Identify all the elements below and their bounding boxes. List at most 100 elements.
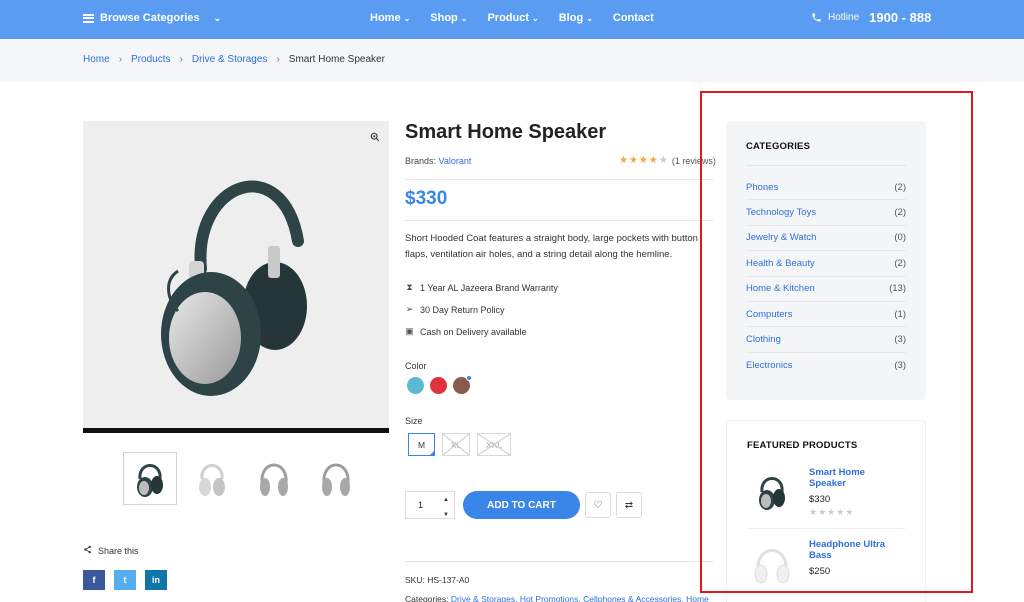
category-item[interactable]: Electronics (3) (746, 353, 906, 378)
quantity-stepper[interactable]: 1 ▲ ▼ (405, 491, 455, 519)
add-to-cart-button[interactable]: ADD TO CART (463, 491, 580, 519)
category-count: (3) (894, 359, 906, 371)
color-swatch-brown[interactable] (453, 375, 472, 394)
share-section: Share this (83, 545, 139, 556)
feature-warranty: ⧗ 1 Year AL Jazeera Brand Warranty (405, 282, 558, 293)
category-name: Health & Beauty (746, 257, 815, 269)
featured-product[interactable]: Smart Home Speaker $330 ★★★★★ (747, 451, 905, 529)
size-option-m[interactable]: M (408, 433, 435, 456)
product-rating[interactable]: ★★★★★ (1 reviews) (619, 155, 716, 166)
nav-product[interactable]: Product ⌄ (487, 12, 538, 24)
selected-indicator (466, 375, 472, 381)
browse-categories-button[interactable]: Browse Categories ⌄ (83, 12, 221, 24)
star-rating-icon: ★★★★★ (809, 507, 855, 517)
chevron-down-icon: ⌄ (586, 14, 593, 23)
hotline-label: Hotline (828, 12, 860, 23)
breadcrumb-drive-storages[interactable]: Drive & Storages (192, 54, 268, 65)
featured-product-price: $330 (809, 494, 831, 505)
social-buttons: f t in (83, 570, 167, 590)
compare-button[interactable]: ⇄ (616, 492, 642, 518)
size-option-xxl[interactable]: XXL (477, 433, 511, 456)
headphones-icon (260, 463, 288, 496)
category-name: Phones (746, 181, 779, 193)
thumbnail[interactable] (123, 452, 177, 505)
zoom-icon[interactable] (370, 132, 380, 145)
featured-product-image[interactable] (747, 467, 797, 517)
increment-icon[interactable]: ▲ (443, 496, 449, 505)
wishlist-button[interactable]: ♡ (585, 492, 611, 518)
product-categories: Categories: Drive & Storages, Hot Promot… (405, 594, 709, 602)
categories-label: Categories: (405, 594, 449, 602)
brands-label: Brands: (405, 156, 437, 166)
category-name: Clothing (746, 334, 781, 346)
nav-shop-label: Shop (430, 12, 458, 24)
facebook-icon[interactable]: f (83, 570, 105, 590)
quantity-value: 1 (418, 500, 424, 510)
featured-title: FEATURED PRODUCTS (747, 440, 858, 451)
category-name: Jewelry & Watch (746, 232, 817, 244)
category-item[interactable]: Clothing (3) (746, 327, 906, 353)
category-count: (0) (894, 232, 906, 244)
review-count: (1 reviews) (671, 155, 716, 166)
decrement-icon[interactable]: ▼ (443, 511, 449, 520)
breadcrumb-products[interactable]: Products (131, 54, 170, 65)
featured-product-name[interactable]: Smart Home Speaker (809, 467, 899, 489)
color-swatch-red[interactable] (430, 377, 447, 394)
nav-blog-label: Blog (558, 12, 584, 24)
category-count: (1) (894, 308, 906, 320)
brand-link[interactable]: Valorant (439, 156, 472, 166)
divider (405, 179, 713, 180)
color-swatch-blue[interactable] (407, 377, 424, 394)
category-item[interactable]: Computers (1) (746, 302, 906, 328)
product-price: $330 (405, 188, 448, 209)
share-icon (83, 545, 92, 556)
chevron-down-icon: ⌄ (213, 12, 222, 23)
feature-cod: ▣ Cash on Delivery available (405, 326, 526, 337)
thumbnail[interactable] (185, 452, 239, 505)
size-label: Size (405, 416, 423, 426)
compare-icon: ⇄ (624, 499, 634, 511)
color-label: Color (405, 361, 427, 371)
chevron-down-icon: ⌄ (460, 14, 468, 23)
nav-blog[interactable]: Blog ⌄ (559, 12, 593, 24)
featured-product[interactable]: Headphone Ultra Bass $250 (747, 529, 905, 599)
category-item[interactable]: Health & Beauty (2) (746, 251, 906, 277)
linkedin-icon[interactable]: in (145, 570, 167, 590)
featured-product-image[interactable] (747, 539, 797, 589)
nav-home-label: Home (370, 12, 401, 24)
headphones-icon (754, 549, 790, 584)
nav-contact[interactable]: Contact (613, 12, 654, 24)
breadcrumb-home[interactable]: Home (83, 54, 110, 65)
size-option-xl[interactable]: XL (442, 433, 470, 456)
category-item[interactable]: Home & Kitchen (13) (746, 277, 906, 302)
category-links[interactable]: Drive & Storages, Hot Promotions, Cellph… (451, 594, 709, 602)
stepper-arrows: ▲ ▼ (443, 496, 449, 520)
thumbnail[interactable] (309, 452, 363, 505)
divider (405, 220, 713, 221)
featured-products-widget: FEATURED PRODUCTS Smart Home Speaker $33… (726, 420, 926, 602)
breadcrumb-bar: Home › Products › Drive & Storages › Sma… (0, 39, 1024, 82)
breadcrumb: Home › Products › Drive & Storages › Sma… (83, 54, 385, 65)
featured-product-name[interactable]: Headphone Ultra Bass (809, 539, 899, 561)
headphones-icon (137, 463, 163, 497)
paper-plane-icon: ➢ (405, 304, 414, 314)
category-item[interactable]: Jewelry & Watch (0) (746, 226, 906, 252)
twitter-icon[interactable]: t (114, 570, 136, 590)
nav-home[interactable]: Home ⌄ (370, 12, 410, 24)
top-navbar: Browse Categories ⌄ Home ⌄ Shop ⌄ Product ⌄… (0, 0, 1024, 39)
nav-shop[interactable]: Shop ⌄ (430, 12, 467, 24)
headphones-image (161, 180, 307, 396)
categories-widget: CATEGORIES Phones (2) Technology Toys (2) … (726, 121, 926, 400)
product-main-image[interactable] (83, 121, 389, 433)
category-item[interactable]: Phones (2) (746, 175, 906, 201)
nav-contact-label: Contact (612, 12, 654, 24)
hotline[interactable]: Hotline 1900 - 888 (811, 10, 931, 25)
headphones-icon (199, 463, 225, 496)
id-card-icon: ▣ (405, 326, 414, 336)
category-name: Electronics (746, 359, 793, 371)
categories-title: CATEGORIES (746, 141, 811, 152)
category-item[interactable]: Technology Toys (2) (746, 200, 906, 226)
chevron-down-icon: ⌄ (403, 14, 411, 23)
headphones-icon (322, 463, 350, 496)
thumbnail[interactable] (247, 452, 301, 505)
